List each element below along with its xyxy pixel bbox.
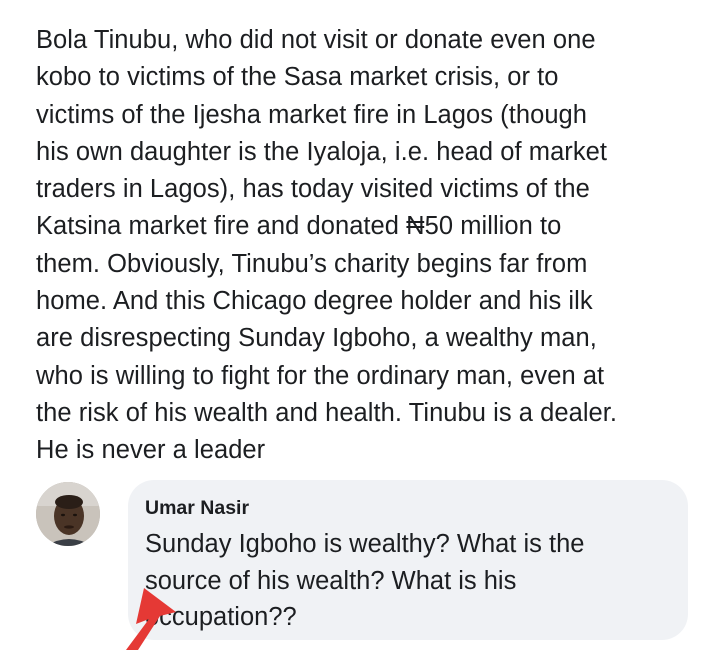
comment-author[interactable]: Umar Nasir [145, 497, 249, 520]
post-text-line: Bola Tinubu, who did not visit or donate… [36, 26, 596, 54]
post-text-line: home. And this Chicago degree holder and… [36, 287, 593, 316]
post-text-line: He is never a leader [36, 436, 266, 465]
post-text-line: kobo to victims of the Sasa market crisi… [36, 63, 559, 92]
comment-text: Sunday Igboho is wealthy? What is the so… [145, 526, 675, 636]
comment: Umar Nasir Sunday Igboho is wealthy? Wha… [36, 480, 706, 650]
post-text-line: his own daughter is the Iyaloja, i.e. he… [36, 137, 608, 166]
comment-text-line: occupation?? [145, 603, 297, 631]
post-text-line: who is willing to fight for the ordinary… [36, 361, 605, 390]
post-text-line: are disrespecting Sunday Igboho, a wealt… [36, 324, 597, 353]
comment-text-line: source of his wealth? What is his [145, 566, 517, 595]
post-text-line: the risk of his wealth and health. Tinub… [36, 398, 618, 427]
avatar[interactable] [36, 482, 100, 546]
post-body: Bola Tinubu, who did not visit or donate… [36, 22, 706, 470]
post-text-line: them. Obviously, Tinubu’s charity begins… [36, 249, 588, 278]
post-text-line: traders in Lagos), has today visited vic… [36, 175, 590, 204]
post-text-line: victims of the Ijesha market fire in Lag… [36, 100, 588, 129]
comment-bubble: Umar Nasir Sunday Igboho is wealthy? Wha… [128, 480, 688, 640]
red-arrow-icon [126, 588, 176, 650]
post-text-line: Katsina market fire and donated ₦50 mill… [36, 212, 562, 241]
profile-photo-icon [36, 482, 100, 546]
comment-text-line: Sunday Igboho is wealthy? What is the [145, 530, 585, 558]
